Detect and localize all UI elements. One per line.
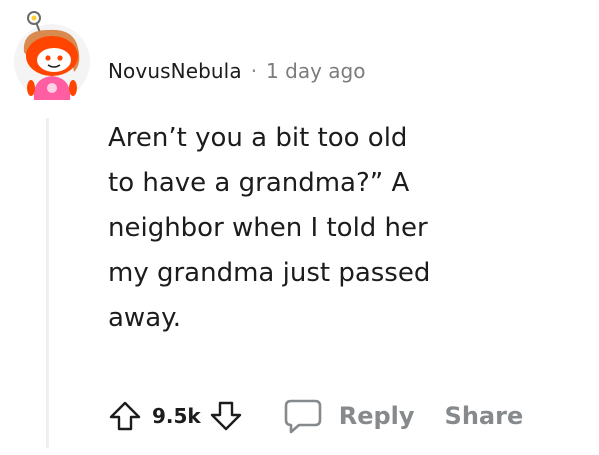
comment-body-line: neighbor when I told her	[108, 213, 428, 243]
avatar-eye-left	[45, 55, 51, 61]
comment-meta: NovusNebula · 1 day ago	[108, 56, 365, 86]
avatar-arm-right	[69, 80, 77, 96]
vote-score: 9.5k	[152, 404, 201, 428]
reply-label: Reply	[338, 402, 415, 430]
avatar-face	[37, 48, 71, 72]
avatar-arm-left	[27, 80, 35, 96]
username-link[interactable]: NovusNebula	[108, 59, 242, 83]
downvote-icon[interactable]	[209, 399, 243, 433]
share-button[interactable]: Share	[445, 402, 524, 430]
avatar[interactable]	[12, 8, 92, 106]
comment: NovusNebula · 1 day ago Aren’t you a bit…	[0, 0, 599, 455]
speech-bubble-icon	[284, 399, 322, 434]
avatar-shirt-emblem	[47, 83, 57, 93]
comment-body-line: away.	[108, 303, 182, 333]
comment-body-line: Aren’t you a bit too old	[108, 123, 408, 153]
comment-body: Aren’t you a bit too old to have a grand…	[108, 116, 548, 341]
avatar-eye-right	[57, 55, 63, 61]
comment-body-line: my grandma just passed	[108, 258, 431, 288]
thread-line[interactable]	[46, 118, 49, 448]
comment-timestamp[interactable]: 1 day ago	[266, 59, 365, 83]
avatar-antenna-gem	[31, 15, 37, 21]
comment-actions: 9.5k Reply Share	[108, 394, 523, 438]
share-label: Share	[444, 402, 524, 430]
meta-separator: ·	[250, 59, 258, 83]
reply-button[interactable]: Reply	[283, 398, 415, 434]
comment-body-line: to have a grandma?” A	[108, 168, 410, 198]
upvote-icon[interactable]	[108, 399, 142, 433]
